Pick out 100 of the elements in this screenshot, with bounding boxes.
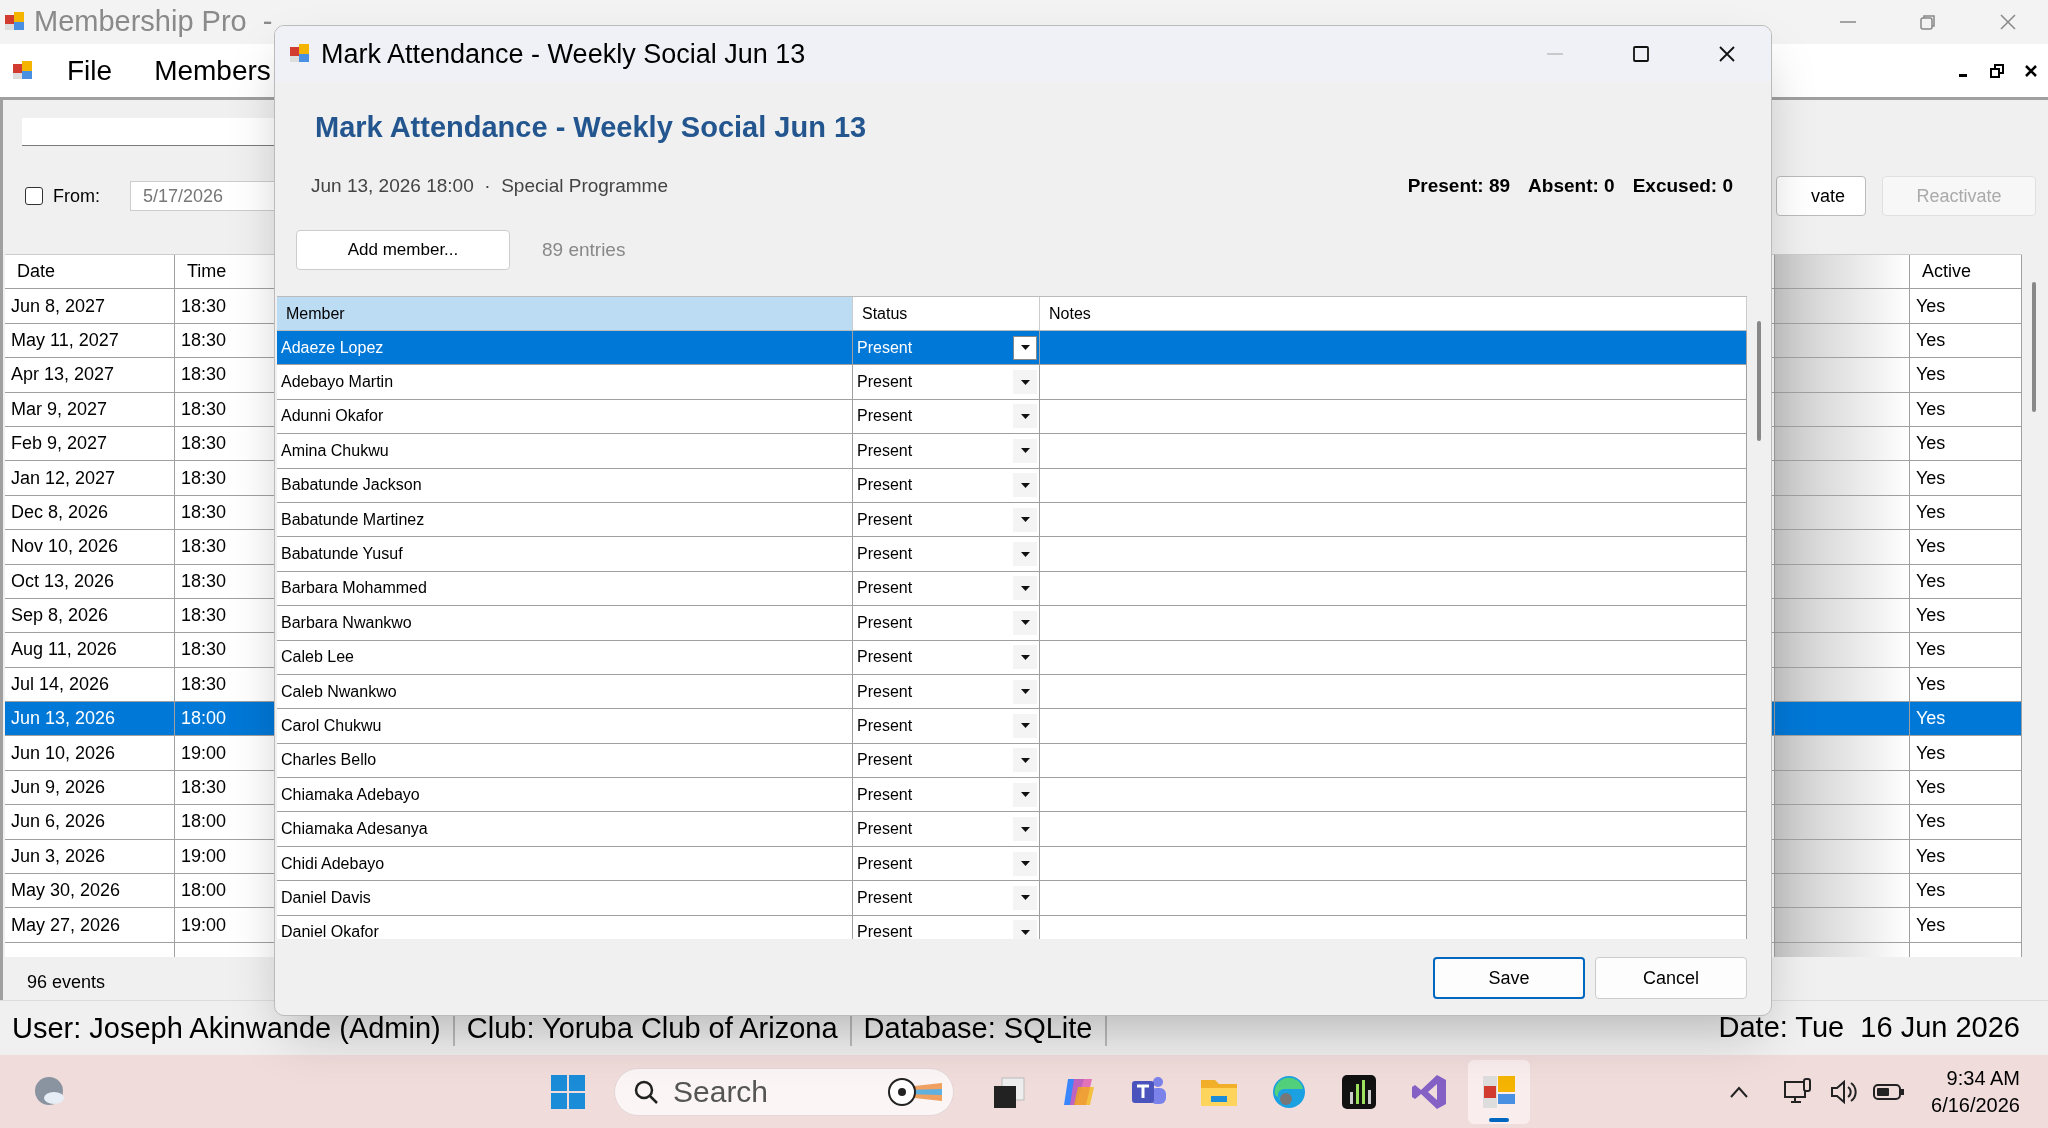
caret-icon xyxy=(1020,517,1030,523)
from-checkbox[interactable] xyxy=(25,187,43,205)
status-dropdown[interactable]: Present xyxy=(853,434,1040,469)
status-dropdown[interactable]: Present xyxy=(853,915,1040,939)
status-dropdown[interactable]: Present xyxy=(853,812,1040,847)
dialog-title: Mark Attendance - Weekly Social Jun 13 xyxy=(321,37,806,71)
maximize-icon[interactable] xyxy=(1631,44,1651,64)
search-field[interactable] xyxy=(22,118,275,146)
attendance-count: Present: 89 xyxy=(1407,173,1511,198)
status-dropdown[interactable]: Present xyxy=(853,881,1040,916)
table-cell: 18:30 xyxy=(175,633,275,668)
dropdown-button[interactable] xyxy=(1013,714,1037,738)
table-cell: Yes xyxy=(1910,805,2022,840)
notes-cell[interactable] xyxy=(1040,468,1747,503)
chevron-up-icon[interactable] xyxy=(1729,1084,1749,1099)
notes-cell[interactable] xyxy=(1040,365,1747,400)
table-cell: Dec 8, 2026 xyxy=(5,495,175,531)
table-cell: Jun 9, 2026 xyxy=(5,770,175,806)
notes-cell[interactable] xyxy=(1040,812,1747,847)
dropdown-button[interactable] xyxy=(1013,748,1037,773)
dropdown-button[interactable] xyxy=(1013,438,1037,463)
dropdown-button[interactable] xyxy=(1013,576,1037,601)
dialog-heading: Mark Attendance - Weekly Social Jun 13 xyxy=(315,110,868,145)
app-icon xyxy=(12,59,34,82)
app-icon xyxy=(289,43,311,65)
search-box[interactable]: Search xyxy=(614,1067,954,1116)
close-icon[interactable] xyxy=(2024,63,2038,78)
table-cell: 18:30 xyxy=(175,495,275,531)
dropdown-button[interactable] xyxy=(1013,782,1037,807)
caret-icon xyxy=(1020,620,1030,626)
restore-icon[interactable] xyxy=(1990,63,2004,78)
dropdown-button[interactable] xyxy=(1013,645,1037,670)
status-dropdown[interactable]: Present xyxy=(853,640,1040,675)
notes-cell[interactable] xyxy=(1040,709,1747,744)
battery-icon[interactable] xyxy=(1873,1081,1905,1102)
scrollbar[interactable] xyxy=(2032,282,2036,412)
table-cell: 18:30 xyxy=(175,598,275,634)
notes-cell[interactable] xyxy=(1040,434,1747,469)
table-cell: Yes xyxy=(1910,461,2022,496)
table-cell: Oct 13, 2026 xyxy=(5,564,175,599)
dropdown-button[interactable] xyxy=(1013,473,1037,498)
dialog-button[interactable]: Save xyxy=(1433,957,1585,999)
chart-icon xyxy=(1341,1073,1377,1110)
status-dropdown[interactable]: Present xyxy=(853,468,1040,503)
dropdown-button[interactable] xyxy=(1013,920,1037,939)
scrollbar[interactable] xyxy=(1757,321,1761,441)
notes-cell[interactable] xyxy=(1040,640,1747,675)
add-member-button[interactable]: Add member... xyxy=(296,230,510,270)
dropdown-button[interactable] xyxy=(1013,370,1037,395)
table-cell: Yes xyxy=(1910,736,2022,771)
table-cell: Yes xyxy=(1910,908,2022,943)
status-dropdown[interactable]: Present xyxy=(853,365,1040,400)
search-placeholder: Search xyxy=(673,1074,769,1110)
toolbar-button[interactable]: vate xyxy=(1776,176,1866,216)
member-cell: Daniel Davis xyxy=(277,881,853,916)
dropdown-button[interactable] xyxy=(1013,542,1037,567)
status-dropdown[interactable]: Present xyxy=(853,537,1040,572)
dropdown-button[interactable] xyxy=(1013,817,1037,842)
caret-icon xyxy=(1020,413,1030,419)
table-cell: 18:30 xyxy=(175,323,275,359)
table-cell: Yes xyxy=(1910,702,2022,737)
table-cell: Apr 13, 2027 xyxy=(5,358,175,393)
dropdown-button[interactable] xyxy=(1013,404,1037,429)
clock[interactable]: 9:34 AM 6/16/2026 xyxy=(1931,1064,2020,1119)
clock-time: 9:34 AM xyxy=(1946,1065,2020,1091)
table-cell: Yes xyxy=(1910,392,2022,427)
table-cell: Nov 10, 2026 xyxy=(5,530,175,565)
dropdown-button[interactable] xyxy=(1013,679,1037,704)
caret-icon xyxy=(1020,826,1030,832)
volume-icon[interactable] xyxy=(1829,1078,1857,1105)
table-cell: Yes xyxy=(1910,289,2022,324)
dropdown-button[interactable] xyxy=(1013,885,1037,910)
clock-date: 6/16/2026 xyxy=(1931,1092,2020,1118)
dropdown-button[interactable] xyxy=(1013,851,1037,876)
dropdown-button[interactable] xyxy=(1013,335,1037,360)
table-cell: Jul 14, 2026 xyxy=(5,667,175,703)
table-cell: Jun 6, 2026 xyxy=(5,805,175,840)
caret-icon xyxy=(1020,757,1030,763)
notes-cell[interactable] xyxy=(1040,606,1747,641)
notes-cell[interactable] xyxy=(1040,537,1747,572)
table-cell: Yes xyxy=(1910,323,2022,359)
caret-icon xyxy=(1020,551,1030,557)
app-icon xyxy=(4,11,26,33)
caret-icon xyxy=(1020,345,1030,351)
active-indicator xyxy=(1489,1117,1509,1122)
table-cell: Jun 8, 2027 xyxy=(5,289,175,324)
menu-item[interactable]: File xyxy=(56,49,124,92)
table-cell: Jan 12, 2027 xyxy=(5,461,175,496)
status-date: Date: Tue 16 Jun 2026 xyxy=(1718,1010,2021,1046)
table-cell: Yes xyxy=(1910,495,2022,531)
notes-cell[interactable] xyxy=(1040,881,1747,916)
dialog-button[interactable]: Cancel xyxy=(1595,957,1747,999)
entries-count: 89 entries xyxy=(542,237,626,262)
network-icon[interactable] xyxy=(1783,1077,1813,1106)
start-icon[interactable] xyxy=(550,1073,586,1110)
dropdown-button[interactable] xyxy=(1013,610,1037,635)
status-dropdown[interactable]: Present xyxy=(853,709,1040,744)
close-icon[interactable] xyxy=(1717,44,1737,64)
status-dropdown[interactable]: Present xyxy=(853,606,1040,641)
dropdown-button[interactable] xyxy=(1013,507,1037,532)
